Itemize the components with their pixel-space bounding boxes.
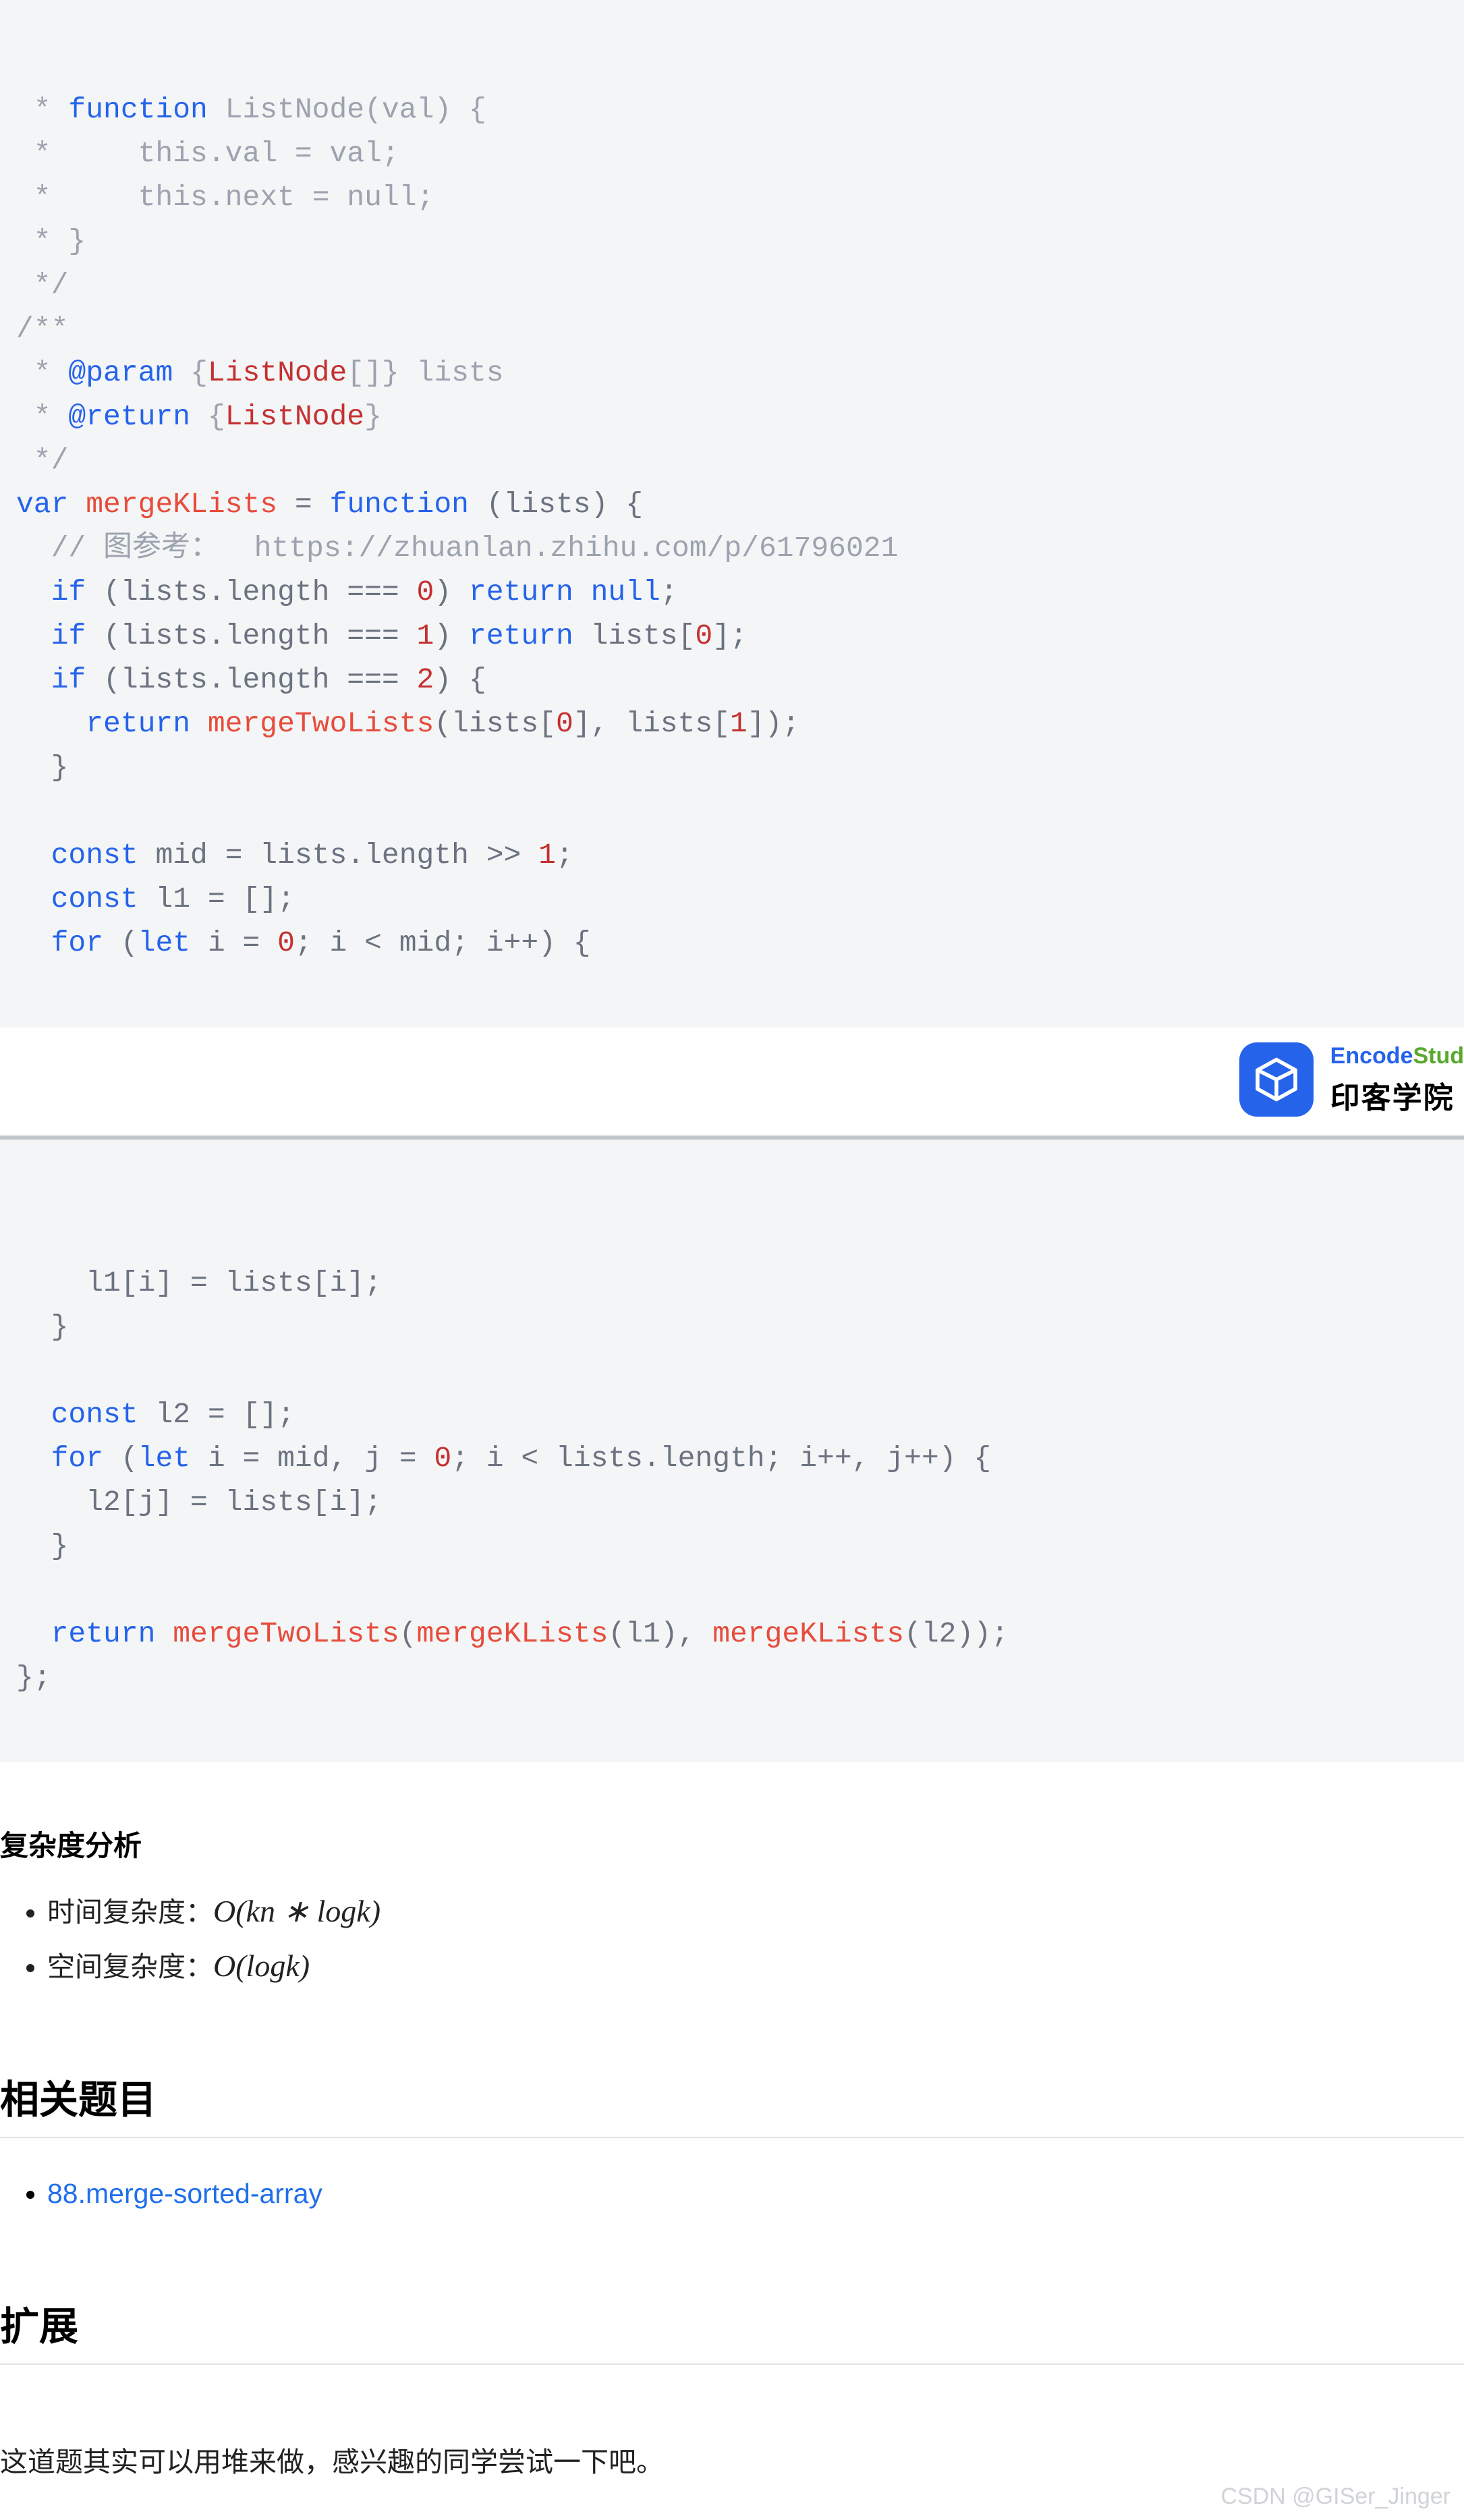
- code-line: return mergeTwoLists(lists[0], lists[1])…: [16, 707, 799, 740]
- code-inner: l1[i] = lists[i]; } const l2 = []; for (…: [0, 1217, 1464, 1700]
- brand-icon: [1239, 1042, 1314, 1117]
- code-block-top: * function ListNode(val) { * this.val = …: [0, 0, 1464, 1028]
- code-line: * }: [16, 225, 86, 258]
- code-line: /**: [16, 312, 68, 345]
- code-line: * function ListNode(val) {: [16, 93, 486, 126]
- related-item: 88.merge-sorted-array: [47, 2166, 1464, 2220]
- time-complexity-item: 时间复杂度：O(kn ∗ logk): [47, 1884, 1464, 1939]
- code-line: * this.val = val;: [16, 137, 399, 170]
- code-line: for (let i = mid, j = 0; i < lists.lengt…: [16, 1442, 991, 1475]
- code-line: const l1 = [];: [16, 883, 295, 916]
- complexity-heading: 复杂度分析: [0, 1823, 1464, 1864]
- article-body: 复杂度分析 时间复杂度：O(kn ∗ logk) 空间复杂度：O(logk) 相…: [0, 1762, 1464, 2520]
- watermark-text: CSDN @GISer_Jinger: [1220, 2484, 1451, 2510]
- space-complexity-item: 空间复杂度：O(logk): [47, 1939, 1464, 1994]
- code-line: if (lists.length === 0) return null;: [16, 576, 678, 609]
- related-heading: 相关题目: [0, 2068, 1464, 2125]
- brand-text-cn: 印客学院: [1330, 1073, 1464, 1117]
- related-link[interactable]: 88.merge-sorted-array: [47, 2178, 322, 2209]
- brand-logo: EncodeStud 印客学院: [1239, 1042, 1464, 1117]
- code-line: if (lists.length === 1) return lists[0];: [16, 619, 748, 652]
- brand-text-en: EncodeStud: [1330, 1043, 1464, 1069]
- time-formula: O(kn ∗ logk): [213, 1894, 381, 1928]
- code-line: }: [16, 751, 68, 784]
- code-inner: * function ListNode(val) { * this.val = …: [0, 44, 1464, 965]
- related-list: 88.merge-sorted-array: [0, 2166, 1464, 2220]
- code-line: l2[j] = lists[i];: [16, 1486, 382, 1519]
- code-line: if (lists.length === 2) {: [16, 663, 486, 696]
- code-line: }: [16, 1530, 68, 1563]
- code-line: l1[i] = lists[i];: [16, 1266, 382, 1299]
- section-rule: [0, 2363, 1464, 2365]
- time-label: 时间复杂度：: [47, 1897, 213, 1928]
- code-line: */: [16, 269, 68, 302]
- code-line: * @param {ListNode[]} lists: [16, 356, 504, 389]
- code-line: }: [16, 1310, 68, 1343]
- section-rule: [0, 2137, 1464, 2138]
- code-line: var mergeKLists = function (lists) {: [16, 488, 643, 521]
- code-line: * this.next = null;: [16, 181, 434, 214]
- complexity-list: 时间复杂度：O(kn ∗ logk) 空间复杂度：O(logk): [0, 1884, 1464, 1994]
- page-separator: EncodeStud 印客学院: [0, 1028, 1464, 1140]
- brand-text: EncodeStud 印客学院: [1330, 1043, 1464, 1117]
- code-line: const mid = lists.length >> 1;: [16, 839, 573, 872]
- code-line: const l2 = [];: [16, 1398, 295, 1431]
- code-block-bottom: l1[i] = lists[i]; } const l2 = []; for (…: [0, 1140, 1464, 1762]
- hexagon-cube-icon: [1253, 1056, 1300, 1103]
- code-line: * @return {ListNode}: [16, 400, 382, 433]
- code-line: return mergeTwoLists(mergeKLists(l1), me…: [16, 1617, 1009, 1650]
- code-line: */: [16, 444, 68, 477]
- space-label: 空间复杂度：: [47, 1951, 213, 1982]
- extension-body: 这道题其实可以用堆来做，感兴趣的同学尝试一下吧。: [0, 2439, 1464, 2480]
- extension-heading: 扩展: [0, 2295, 1464, 2351]
- code-line: };: [16, 1661, 51, 1694]
- code-line: // 图参考： https://zhuanlan.zhihu.com/p/617…: [16, 532, 898, 565]
- space-formula: O(logk): [213, 1949, 310, 1983]
- code-line: for (let i = 0; i < mid; i++) {: [16, 926, 591, 959]
